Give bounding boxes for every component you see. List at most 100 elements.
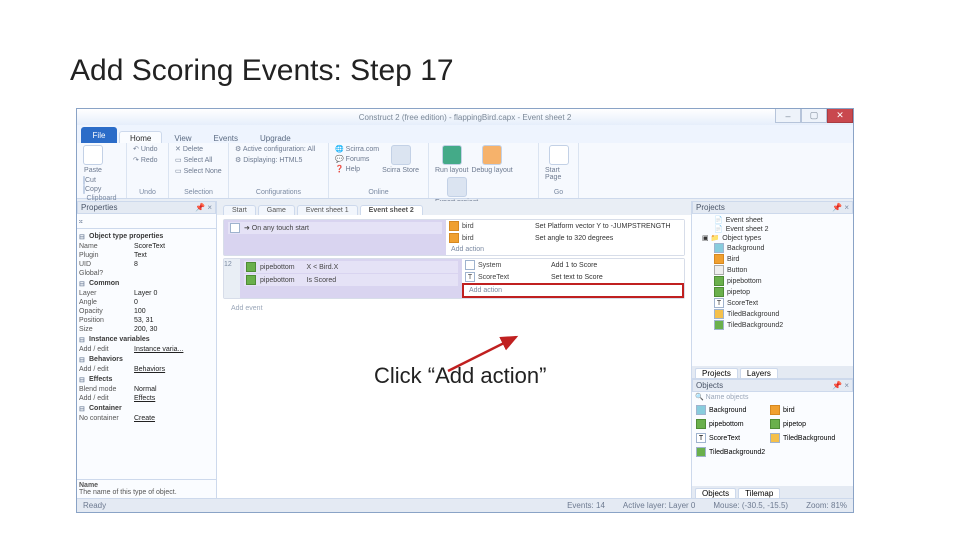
add-action-link[interactable]: Add action (446, 244, 684, 255)
tree-node[interactable]: Background (696, 243, 849, 253)
tab-upgrade[interactable]: Upgrade (250, 132, 301, 143)
minimize-button[interactable]: – (775, 109, 801, 123)
instance-vars-link[interactable]: Instance varia... (134, 346, 183, 353)
tree-node[interactable]: Bird (696, 254, 849, 264)
run-button[interactable]: Run layout (435, 145, 468, 174)
tree-node[interactable]: pipebottom (696, 276, 849, 286)
forums-link[interactable]: 💬 Forums (335, 155, 379, 163)
tree-node[interactable]: TiledBackground2 (696, 320, 849, 330)
object-item[interactable]: TiledBackground (770, 433, 840, 443)
debug-button[interactable]: Debug layout (471, 145, 512, 174)
help-link[interactable]: ❓ Help (335, 165, 379, 173)
ribbon: Paste Cut Copy Clipboard ↶ Undo ↷ Redo U… (77, 143, 853, 199)
props-section[interactable]: Object type properties (79, 231, 214, 242)
undo-button[interactable]: ↶ Undo (133, 145, 158, 153)
prop-key: Position (79, 317, 134, 324)
ribbon-group-label: Selection (175, 189, 222, 196)
object-item[interactable]: bird (770, 405, 840, 415)
event-block[interactable]: 12 pipebottom X < Bird.X pipebottom Is S… (223, 258, 685, 299)
name-objects-input[interactable]: 🔍 Name objects (692, 392, 853, 402)
tree-node[interactable]: TiledBackground (696, 309, 849, 319)
file-menu[interactable]: File (81, 127, 117, 143)
object-item[interactable]: pipetop (770, 419, 840, 429)
props-section[interactable]: Effects (79, 374, 214, 385)
container-create-link[interactable]: Create (134, 415, 155, 422)
doc-tab[interactable]: Start (223, 205, 256, 215)
prop-val[interactable]: 200, 30 (134, 326, 157, 333)
event-number: 12 (224, 259, 240, 298)
active-config[interactable]: ⚙ Active configuration: All (235, 145, 315, 153)
pin-icon[interactable]: 📌 × (832, 203, 849, 212)
prop-key: Angle (79, 299, 134, 306)
tab-view[interactable]: View (164, 132, 201, 143)
properties-panel: Properties📌 × 𝄪 Object type properties N… (77, 201, 217, 498)
action-line[interactable]: TScoreTextSet text to Score (462, 271, 684, 283)
projects-tab[interactable]: Projects (695, 368, 738, 378)
prop-val[interactable]: Layer 0 (134, 290, 157, 297)
objects-tab[interactable]: Objects (695, 488, 736, 498)
select-none-button[interactable]: ▭ Select None (175, 167, 222, 175)
doc-tab-active[interactable]: Event sheet 2 (360, 205, 423, 215)
tree-node[interactable]: pipetop (696, 287, 849, 297)
tree-node[interactable]: T ScoreText (696, 298, 849, 308)
action-line[interactable]: SystemAdd 1 to Score (462, 259, 684, 271)
prop-key: Layer (79, 290, 134, 297)
props-section[interactable]: Container (79, 403, 214, 414)
tree-node[interactable]: 📄 Event sheet 2 (696, 225, 849, 233)
prop-val[interactable]: 53, 31 (134, 317, 153, 324)
condition[interactable]: ➜ On any touch start (228, 222, 442, 234)
project-tree[interactable]: 📄 Event sheet 📄 Event sheet 2 ▣ 📁 Object… (692, 214, 853, 366)
object-item[interactable]: pipebottom (696, 419, 766, 429)
cut-button[interactable]: Cut (83, 177, 101, 184)
prop-val[interactable]: 100 (134, 308, 146, 315)
scirra-link[interactable]: 🌐 Scirra.com (335, 145, 379, 153)
prop-key: Name (79, 243, 134, 250)
tab-events[interactable]: Events (204, 132, 248, 143)
display-config[interactable]: ⚙ Displaying: HTML5 (235, 156, 302, 164)
event-block[interactable]: ➜ On any touch start birdSet Platform ve… (223, 219, 685, 256)
paste-button[interactable]: Paste (83, 145, 103, 174)
object-item[interactable]: Background (696, 405, 766, 415)
properties-search[interactable]: 𝄪 (77, 214, 216, 229)
prop-val[interactable]: ScoreText (134, 243, 165, 250)
behaviors-link[interactable]: Behaviors (134, 366, 165, 373)
doc-tab[interactable]: Event sheet 1 (297, 205, 358, 215)
tree-node[interactable]: Button (696, 265, 849, 275)
effects-link[interactable]: Effects (134, 395, 155, 402)
object-item[interactable]: TScoreText (696, 433, 766, 443)
tab-home[interactable]: Home (119, 131, 162, 143)
add-action-link-highlighted[interactable]: Add action (462, 283, 684, 298)
copy-button[interactable]: Copy (83, 186, 101, 193)
condition[interactable]: pipebottom X < Bird.X (244, 261, 458, 273)
prop-desc-title: Name (79, 482, 98, 489)
select-all-button[interactable]: ▭ Select All (175, 156, 212, 164)
pin-icon[interactable]: 📌 × (832, 381, 849, 390)
object-item[interactable]: TiledBackground2 (696, 447, 766, 457)
action-line[interactable]: birdSet angle to 320 degrees (446, 232, 684, 244)
prop-key: Blend mode (79, 386, 134, 393)
store-button[interactable]: Scirra Store (382, 145, 419, 174)
layers-tab[interactable]: Layers (740, 368, 778, 378)
prop-val: 8 (134, 261, 138, 268)
start-page-button[interactable]: Start Page (545, 145, 572, 181)
prop-val[interactable]: Normal (134, 386, 157, 393)
condition[interactable]: pipebottom Is Scored (244, 274, 458, 286)
objects-title: Objects (696, 381, 723, 390)
pin-icon[interactable]: 📌 × (195, 203, 212, 212)
tilemap-tab[interactable]: Tilemap (738, 488, 780, 498)
action-line[interactable]: birdSet Platform vector Y to -JUMPSTRENG… (446, 220, 684, 232)
tree-folder[interactable]: ▣ 📁 Object types (696, 234, 849, 242)
doc-tab[interactable]: Game (258, 205, 295, 215)
slide-title: Add Scoring Events: Step 17 (70, 54, 454, 88)
props-section[interactable]: Behaviors (79, 354, 214, 365)
tree-node[interactable]: 📄 Event sheet (696, 216, 849, 224)
maximize-button[interactable]: ▢ (801, 109, 827, 123)
close-button[interactable]: ✕ (827, 109, 853, 123)
redo-button[interactable]: ↷ Redo (133, 156, 158, 164)
props-section[interactable]: Common (79, 278, 214, 289)
prop-val[interactable]: 0 (134, 299, 138, 306)
delete-button[interactable]: ✕ Delete (175, 145, 203, 153)
add-event-link[interactable]: Add event (223, 301, 685, 316)
system-icon (465, 260, 475, 270)
props-section[interactable]: Instance variables (79, 334, 214, 345)
